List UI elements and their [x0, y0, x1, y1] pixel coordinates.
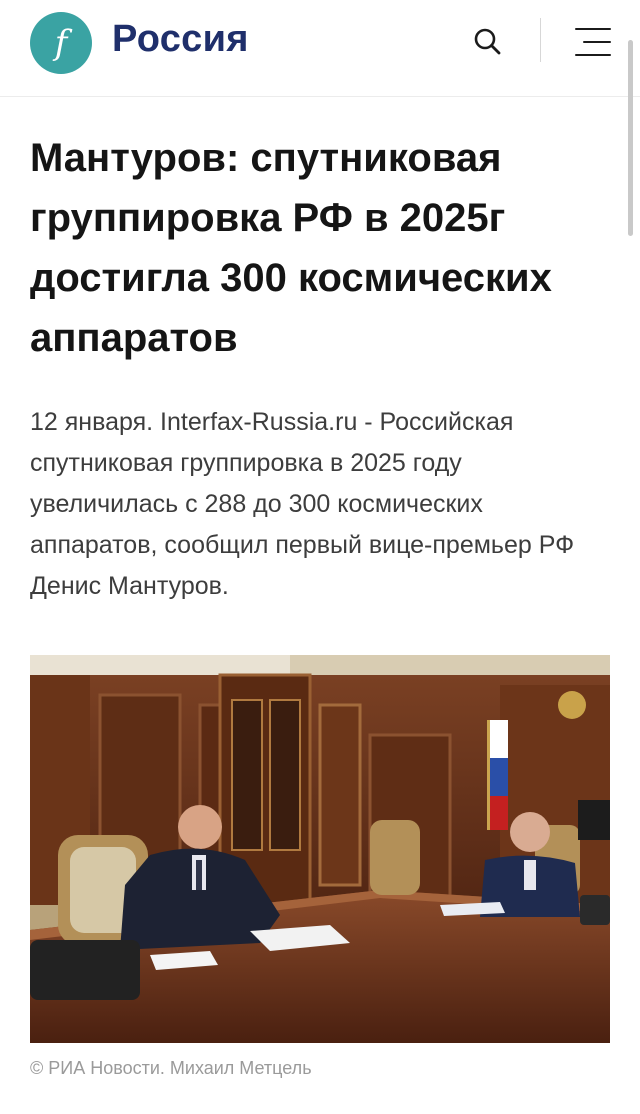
site-header: f Россия	[0, 0, 640, 97]
meeting-room-image	[30, 655, 610, 1043]
brand-name[interactable]: Россия	[112, 18, 249, 61]
search-icon	[474, 28, 501, 55]
page: f Россия Мантуров: спутниковая группиров…	[0, 0, 640, 1114]
menu-button[interactable]	[569, 26, 611, 58]
site-logo[interactable]: f	[30, 12, 92, 74]
logo-letter: f	[54, 23, 68, 63]
article-lead: 12 января. Interfax-Russia.ru - Российск…	[30, 408, 575, 600]
article-title: Мантуров: спутниковая группировка РФ в 2…	[30, 136, 552, 360]
article-photo[interactable]	[30, 655, 610, 1043]
header-divider	[540, 18, 541, 62]
scrollbar[interactable]	[628, 40, 633, 236]
photo-caption: © РИА Новости. Михаил Метцель	[30, 1058, 312, 1078]
search-button[interactable]	[470, 24, 506, 60]
